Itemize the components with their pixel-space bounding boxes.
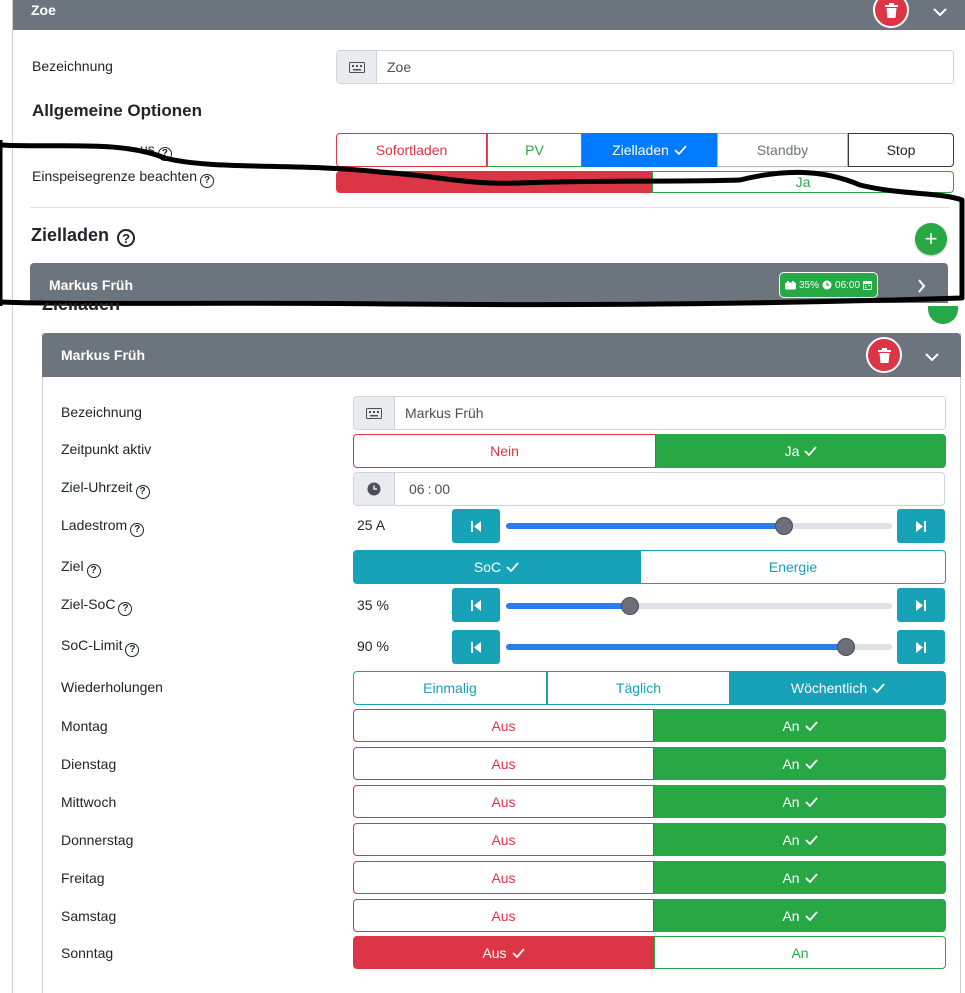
check-icon	[872, 683, 885, 693]
check-icon	[506, 562, 519, 572]
wiederholung-label: Wiederholungen	[61, 679, 163, 695]
ladestrom-increase-button[interactable]	[897, 509, 945, 543]
delete-plan-button[interactable]	[866, 337, 902, 373]
keyboard-icon	[354, 397, 395, 429]
ziel-soc-button[interactable]: SoC	[353, 550, 640, 584]
step-start-icon	[471, 599, 481, 611]
slider-fill	[506, 603, 630, 609]
check-icon	[804, 720, 818, 731]
check-icon	[804, 910, 818, 921]
soclimit-label: SoC-Limit?	[61, 636, 140, 657]
weekday-an-button[interactable]: An	[654, 823, 946, 856]
check-icon	[804, 758, 818, 769]
zeit-field[interactable]: 06:00	[353, 472, 945, 506]
plan-bezeichnung-field[interactable]	[353, 396, 946, 430]
wdh-einmalig-button[interactable]: Einmalig	[353, 671, 547, 705]
slider-thumb[interactable]	[775, 517, 793, 535]
weekday-an-button[interactable]: An	[654, 899, 946, 932]
plan-bezeichnung-input[interactable]	[395, 397, 945, 429]
zeit-input[interactable]: 06:00	[395, 473, 450, 505]
wdh-woechentlich-button[interactable]: Wöchentlich	[730, 671, 946, 705]
help-icon[interactable]: ?	[118, 602, 133, 616]
check-icon	[804, 834, 818, 845]
weekday-label: Mittwoch	[61, 794, 117, 810]
step-start-icon	[471, 520, 481, 532]
ladestrom-decrease-button[interactable]	[452, 509, 500, 543]
check-icon	[804, 796, 818, 807]
collapse-plan-button[interactable]	[920, 345, 944, 369]
slider-thumb[interactable]	[621, 597, 639, 615]
weekday-label: Samstag	[61, 908, 117, 924]
weekday-an-button[interactable]: An	[654, 709, 946, 742]
weekday-label: Dienstag	[61, 756, 117, 772]
zeitpunkt-group: Nein Ja	[353, 434, 946, 468]
weekday-an-button[interactable]: An	[654, 785, 946, 818]
zeitpunkt-label: Zeitpunkt aktiv	[61, 441, 152, 457]
weekday-label: Freitag	[61, 870, 105, 886]
help-icon[interactable]: ?	[86, 564, 101, 578]
ziel-group: SoC Energie	[353, 550, 946, 584]
zeitpunkt-ja-button[interactable]: Ja	[656, 434, 946, 468]
ziel-energie-button[interactable]: Energie	[640, 550, 946, 584]
soclimit-increase-button[interactable]	[897, 630, 945, 664]
weekday-aus-button[interactable]: Aus	[353, 823, 654, 856]
zielsoc-decrease-button[interactable]	[452, 588, 500, 622]
check-icon	[804, 872, 818, 883]
soclimit-value: 90 %	[357, 638, 389, 654]
zielsoc-increase-button[interactable]	[897, 588, 945, 622]
weekday-aus-button[interactable]: Aus	[353, 709, 654, 742]
zeitpunkt-nein-button[interactable]: Nein	[353, 434, 656, 468]
weekday-aus-button[interactable]: Aus	[353, 785, 654, 818]
wiederholung-group: Einmalig Täglich Wöchentlich	[353, 671, 946, 705]
weekday-label: Donnerstag	[61, 832, 134, 848]
zielladen-title-duplicate: Zielladen	[42, 303, 121, 313]
check-icon	[511, 947, 525, 958]
plan-header[interactable]: Markus Früh	[42, 333, 961, 377]
step-end-icon	[916, 599, 926, 611]
soclimit-decrease-button[interactable]	[452, 630, 500, 664]
add-plan-button-duplicate[interactable]	[928, 306, 958, 324]
help-icon[interactable]: ?	[130, 523, 145, 537]
weekday-label: Sonntag	[61, 945, 114, 961]
slider-thumb[interactable]	[837, 638, 855, 656]
weekday-label: Montag	[61, 718, 108, 734]
help-icon[interactable]: ?	[135, 485, 150, 499]
wdh-taeglich-button[interactable]: Täglich	[547, 671, 730, 705]
ladestrom-value: 25 A	[357, 517, 386, 533]
plan-card	[42, 333, 961, 993]
weekday-an-button[interactable]: An	[654, 747, 946, 780]
step-end-icon	[916, 641, 926, 653]
chevron-down-icon	[925, 353, 939, 362]
hand-drawn-annotation	[0, 140, 965, 308]
help-icon[interactable]: ?	[125, 643, 140, 657]
weekday-an-button[interactable]: An	[654, 936, 946, 969]
ladestrom-label: Ladestrom?	[61, 516, 145, 537]
zielsoc-label: Ziel-SoC?	[61, 595, 133, 616]
slider-fill	[506, 523, 784, 529]
slider-fill	[506, 644, 846, 650]
zeit-label: Ziel-Uhrzeit?	[61, 478, 150, 499]
check-icon	[804, 446, 818, 456]
clock-icon	[354, 473, 395, 505]
zielsoc-value: 35 %	[357, 597, 389, 613]
zielsoc-slider[interactable]	[506, 597, 892, 615]
ladestrom-slider[interactable]	[506, 517, 892, 535]
soclimit-slider[interactable]	[506, 638, 892, 656]
plan-title: Markus Früh	[61, 347, 146, 363]
step-end-icon	[916, 520, 926, 532]
weekday-aus-button[interactable]: Aus	[353, 936, 654, 969]
weekday-aus-button[interactable]: Aus	[353, 747, 654, 780]
plan-bezeichnung-label: Bezeichnung	[61, 404, 142, 420]
ziel-label: Ziel?	[61, 557, 101, 578]
step-start-icon	[471, 641, 481, 653]
weekday-aus-button[interactable]: Aus	[353, 899, 654, 932]
weekday-aus-button[interactable]: Aus	[353, 861, 654, 894]
trash-icon	[877, 347, 891, 363]
weekday-an-button[interactable]: An	[654, 861, 946, 894]
